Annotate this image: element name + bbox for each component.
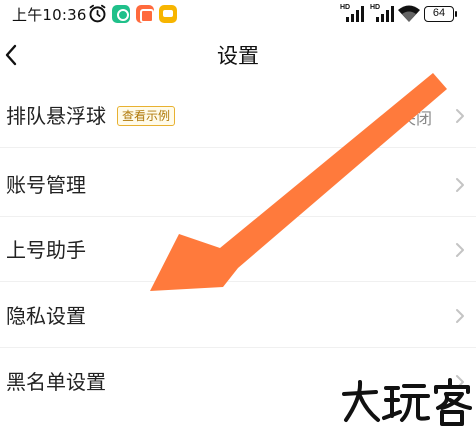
divider bbox=[0, 147, 476, 148]
settings-item-login-helper[interactable]: 上号助手 bbox=[0, 216, 476, 282]
chevron-right-icon bbox=[456, 243, 464, 257]
view-example-tag[interactable]: 查看示例 bbox=[117, 106, 176, 126]
status-bar: 上午10:36 HD HD 64 bbox=[0, 0, 476, 30]
message-icon bbox=[159, 5, 177, 23]
item-label: 隐私设置 bbox=[6, 304, 86, 328]
page-title: 设置 bbox=[217, 44, 259, 68]
chevron-right-icon bbox=[456, 109, 464, 123]
signal-icon: HD bbox=[340, 4, 364, 23]
nav-header: 设置 bbox=[0, 32, 476, 80]
battery-icon: 64 bbox=[424, 6, 457, 22]
app-notification-icon bbox=[112, 5, 130, 23]
item-value: 关闭 bbox=[400, 109, 433, 128]
status-time: 上午10:36 bbox=[12, 6, 87, 24]
item-label: 黑名单设置 bbox=[6, 370, 106, 394]
settings-item-privacy[interactable]: 隐私设置 bbox=[0, 282, 476, 348]
settings-item-account[interactable]: 账号管理 bbox=[0, 151, 476, 217]
wifi-icon bbox=[398, 5, 420, 22]
signal-hd-label: HD bbox=[340, 4, 351, 11]
item-label: 账号管理 bbox=[6, 173, 86, 197]
app-notification-icon bbox=[136, 5, 154, 23]
signal-icon: HD bbox=[370, 4, 394, 23]
chevron-right-icon bbox=[456, 309, 464, 323]
item-label: 上号助手 bbox=[6, 238, 86, 262]
alarm-icon bbox=[89, 4, 106, 23]
signal-hd-label: HD bbox=[370, 4, 381, 11]
item-label: 排队悬浮球 bbox=[6, 104, 106, 128]
chevron-right-icon bbox=[456, 178, 464, 192]
watermark-logo bbox=[342, 378, 472, 426]
settings-item-floating-ball[interactable]: 排队悬浮球 查看示例 关闭 bbox=[0, 82, 476, 148]
